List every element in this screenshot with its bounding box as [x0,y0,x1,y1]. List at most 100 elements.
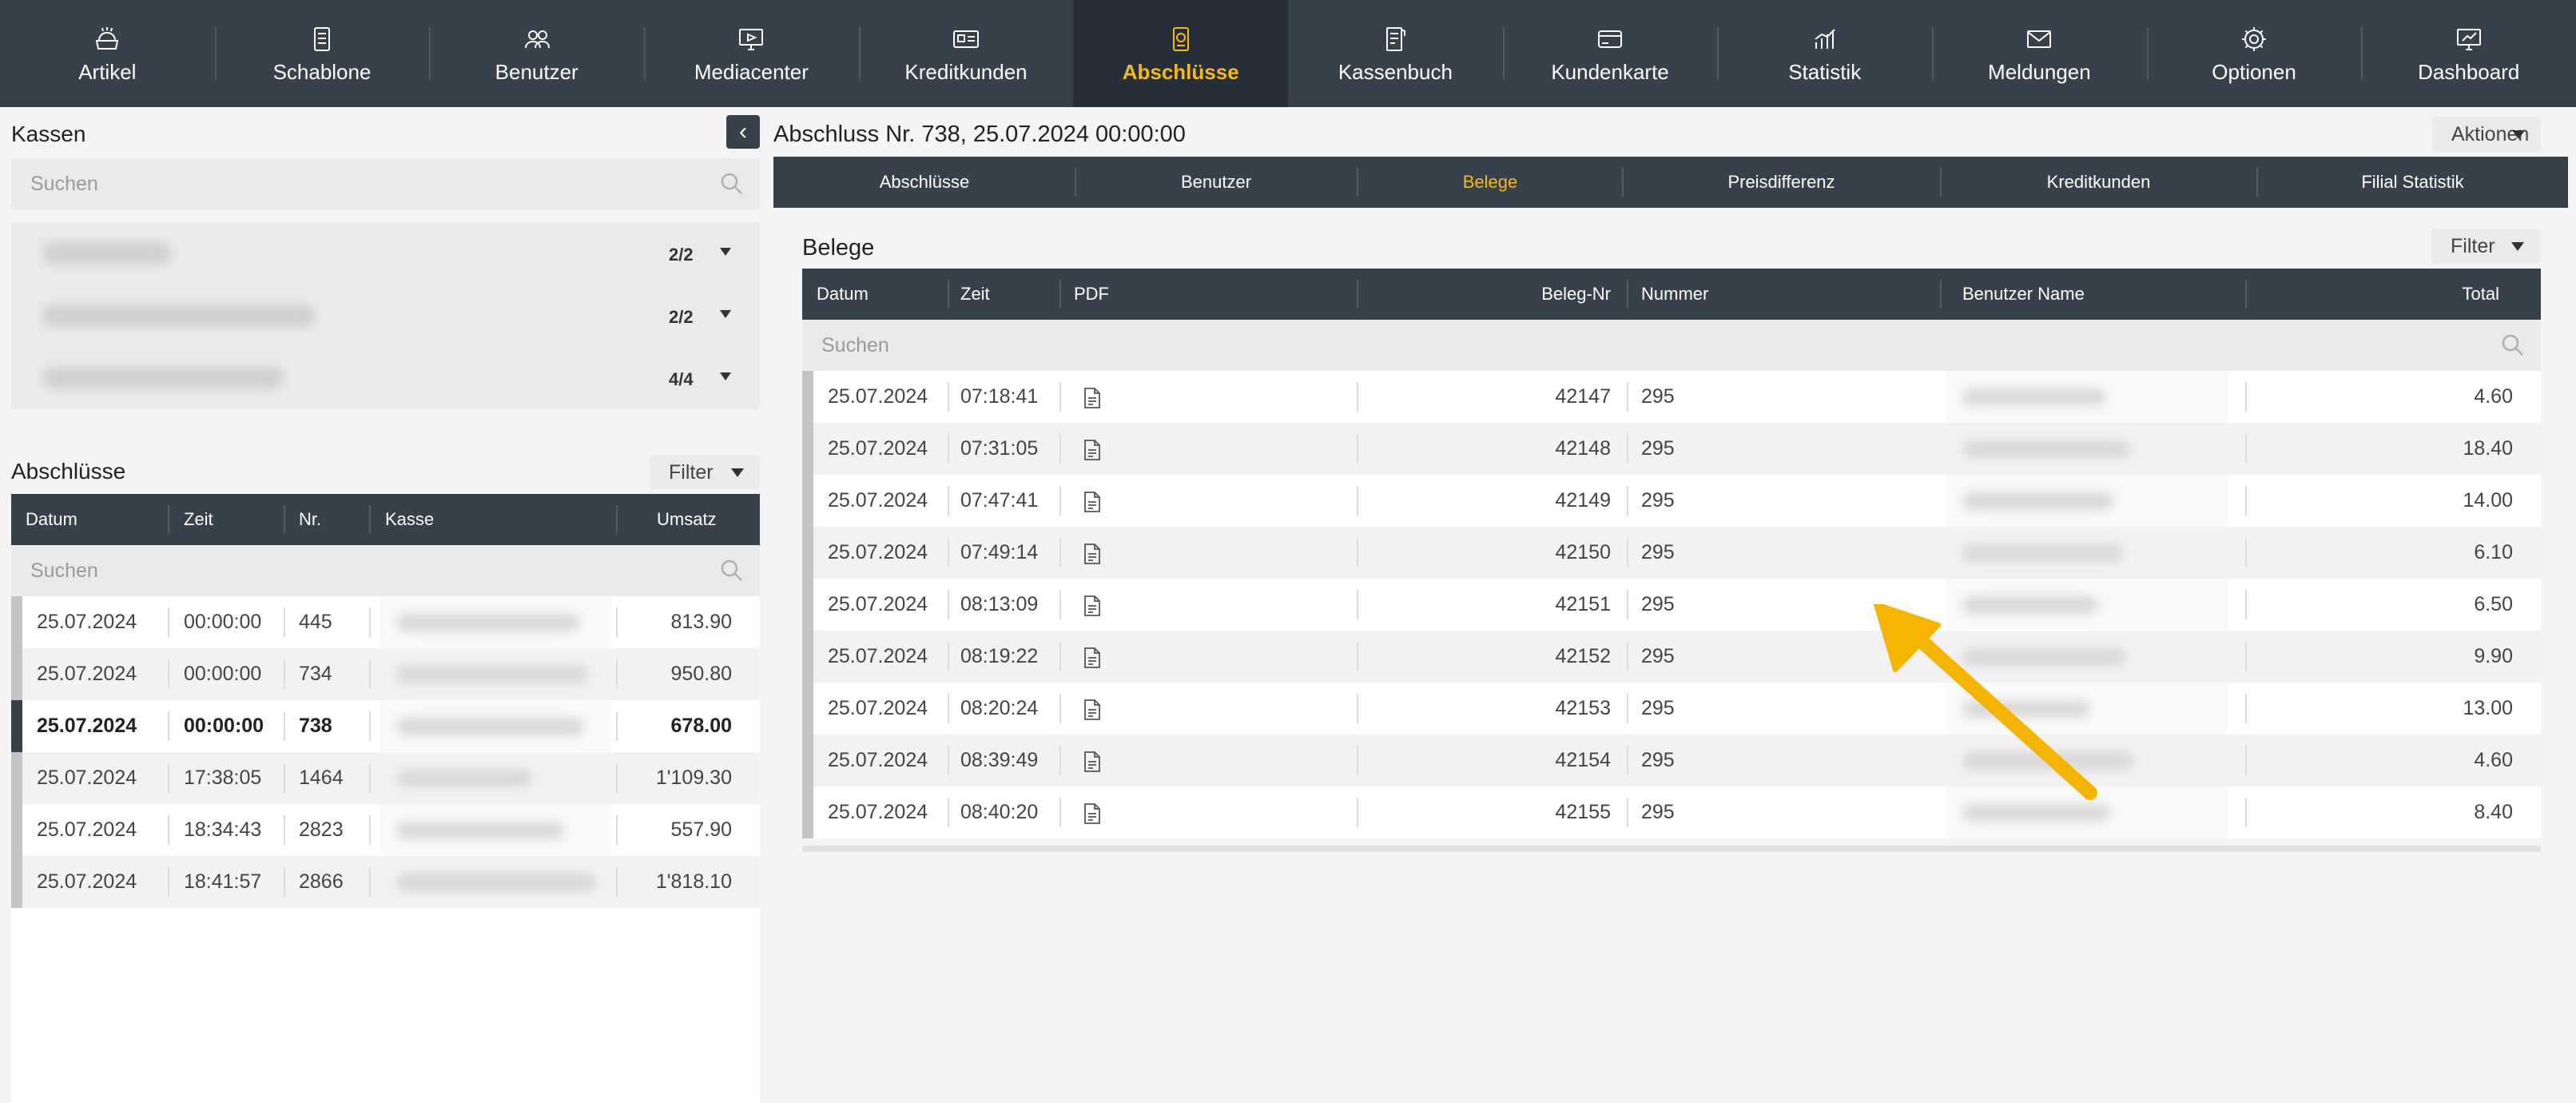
column-header-pdf[interactable]: PDF [1074,269,1109,320]
column-header-zeit[interactable]: Zeit [960,269,990,320]
kasse-item[interactable]: 2/2 [11,285,760,347]
table-row[interactable]: 25.07.2024 00:00:00 445 813.90 [11,596,760,648]
nav-optionen[interactable]: Optionen [2146,0,2362,107]
table-row-selected[interactable]: 25.07.2024 00:00:00 738 678.00 [11,700,760,752]
cell-datum: 25.07.2024 [828,749,928,771]
cell-divider [1357,642,1358,671]
nav-schablone[interactable]: Schablone [214,0,430,107]
pdf-document-icon[interactable] [1082,543,1103,565]
caret-down-icon[interactable] [720,372,731,380]
belege-search-input[interactable] [802,320,2541,371]
template-icon [306,23,338,55]
kasse-redacted [380,752,612,804]
abschluesse-filter-button[interactable]: Filter [650,456,760,489]
column-header-datum[interactable]: Datum [817,269,869,320]
tab-benutzer[interactable]: Benutzer [1075,157,1357,208]
table-row[interactable]: 25.07.2024 08:13:09 42151 295 6.50 [802,579,2541,631]
pdf-document-icon[interactable] [1082,699,1103,721]
table-row[interactable]: 25.07.2024 07:18:41 42147 295 4.60 [802,371,2541,423]
column-header-umsatz[interactable]: Umsatz [657,494,717,545]
pdf-document-icon[interactable] [1082,802,1103,825]
column-header-zeit[interactable]: Zeit [184,494,213,545]
cell-divider [2245,590,2247,619]
column-header-kasse[interactable]: Kasse [385,494,434,545]
cell-divider [369,815,371,845]
cell-datum: 25.07.2024 [37,611,137,633]
column-header-nummer[interactable]: Nummer [1641,269,1708,320]
redacted-text [1962,544,2122,562]
column-header-total[interactable]: Total [2463,269,2499,320]
table-row[interactable]: 25.07.2024 07:31:05 42148 295 18.40 [802,423,2541,475]
column-header-nr[interactable]: Nr. [299,494,321,545]
tab-kreditkunden[interactable]: Kreditkunden [1941,157,2256,208]
table-row[interactable]: 25.07.2024 08:20:24 42153 295 13.00 [802,683,2541,735]
cell-datum: 25.07.2024 [828,593,928,615]
pdf-document-icon[interactable] [1082,387,1103,409]
nav-kundenkarte[interactable]: Kundenkarte [1502,0,1718,107]
pdf-document-icon[interactable] [1082,491,1103,513]
pdf-document-icon[interactable] [1082,595,1103,617]
caret-down-icon[interactable] [720,310,731,318]
mail-icon [2023,23,2055,55]
belege-filter-button[interactable]: Filter [2431,229,2540,264]
table-row[interactable]: 25.07.2024 08:19:22 42152 295 9.90 [802,631,2541,683]
pdf-document-icon[interactable] [1082,647,1103,669]
nav-kreditkunden[interactable]: Kreditkunden [858,0,1074,107]
kasse-item[interactable]: 2/2 [11,222,760,285]
nav-mediacenter[interactable]: Mediacenter [644,0,859,107]
column-header-beleg-nr[interactable]: Beleg-Nr [1541,269,1611,320]
tab-abschluesse[interactable]: Abschlüsse [773,157,1075,208]
tab-belege[interactable]: Belege [1358,157,1623,208]
kassen-search[interactable] [11,158,760,209]
benutzer-name-redacted [1946,631,2228,683]
nav-statistik[interactable]: Statistik [1717,0,1932,107]
tab-filial-statistik[interactable]: Filial Statistik [2257,157,2568,208]
abschluesse-search-input[interactable] [11,545,760,596]
cell-divider [1357,694,1358,723]
aktionen-dropdown[interactable]: Aktionen [2432,117,2541,152]
redacted-text [396,614,580,631]
nav-abschluesse[interactable]: Abschlüsse [1073,0,1289,107]
basket-icon [91,23,123,55]
nav-dashboard[interactable]: Dashboard [2361,0,2576,107]
cell-nr: 2866 [299,870,344,893]
caret-down-icon[interactable] [720,248,731,256]
belege-search[interactable] [802,320,2541,371]
kasse-item[interactable]: 4/4 [11,347,760,409]
nav-benutzer[interactable]: Benutzer [429,0,644,107]
column-header-benutzer-name[interactable]: Benutzer Name [1962,269,2085,320]
cell-divider [168,659,169,689]
cell-divider [1627,746,1628,775]
cell-nr: 2823 [299,818,344,841]
cell-datum: 25.07.2024 [37,663,137,685]
table-row[interactable]: 25.07.2024 07:49:14 42150 295 6.10 [802,527,2541,579]
table-row[interactable]: 25.07.2024 07:47:41 42149 295 14.00 [802,475,2541,527]
cell-divider [2245,538,2247,567]
row-marker [802,371,813,423]
table-row[interactable]: 25.07.2024 17:38:05 1464 1'109.30 [11,752,760,804]
cell-divider [1059,694,1061,723]
pdf-document-icon[interactable] [1082,751,1103,773]
column-divider [616,505,618,534]
nav-meldungen[interactable]: Meldungen [1932,0,2147,107]
nav-artikel[interactable]: Artikel [0,0,215,107]
cell-divider [1627,434,1628,464]
table-row[interactable]: 25.07.2024 18:41:57 2866 1'818.10 [11,856,760,908]
nav-label: Artikel [78,59,137,84]
table-row[interactable]: 25.07.2024 00:00:00 734 950.80 [11,648,760,700]
collapse-panel-button[interactable]: ‹ [726,115,760,149]
cell-divider [168,711,169,741]
cell-divider [284,711,285,741]
table-row[interactable]: 25.07.2024 18:34:43 2823 557.90 [11,804,760,856]
cell-zeit: 00:00:00 [184,715,264,737]
cell-beleg-nr: 42149 [1555,489,1611,512]
column-header-datum[interactable]: Datum [26,494,78,545]
abschluesse-search[interactable] [11,545,760,596]
table-row[interactable]: 25.07.2024 08:40:20 42155 295 8.40 [802,786,2541,838]
nav-kassenbuch[interactable]: Kassenbuch [1288,0,1503,107]
kassen-search-input[interactable] [11,158,760,209]
pdf-document-icon[interactable] [1082,439,1103,461]
tab-preisdifferenz[interactable]: Preisdifferenz [1623,157,1940,208]
table-row[interactable]: 25.07.2024 08:39:49 42154 295 4.60 [802,735,2541,786]
belege-title: Belege [802,235,875,261]
